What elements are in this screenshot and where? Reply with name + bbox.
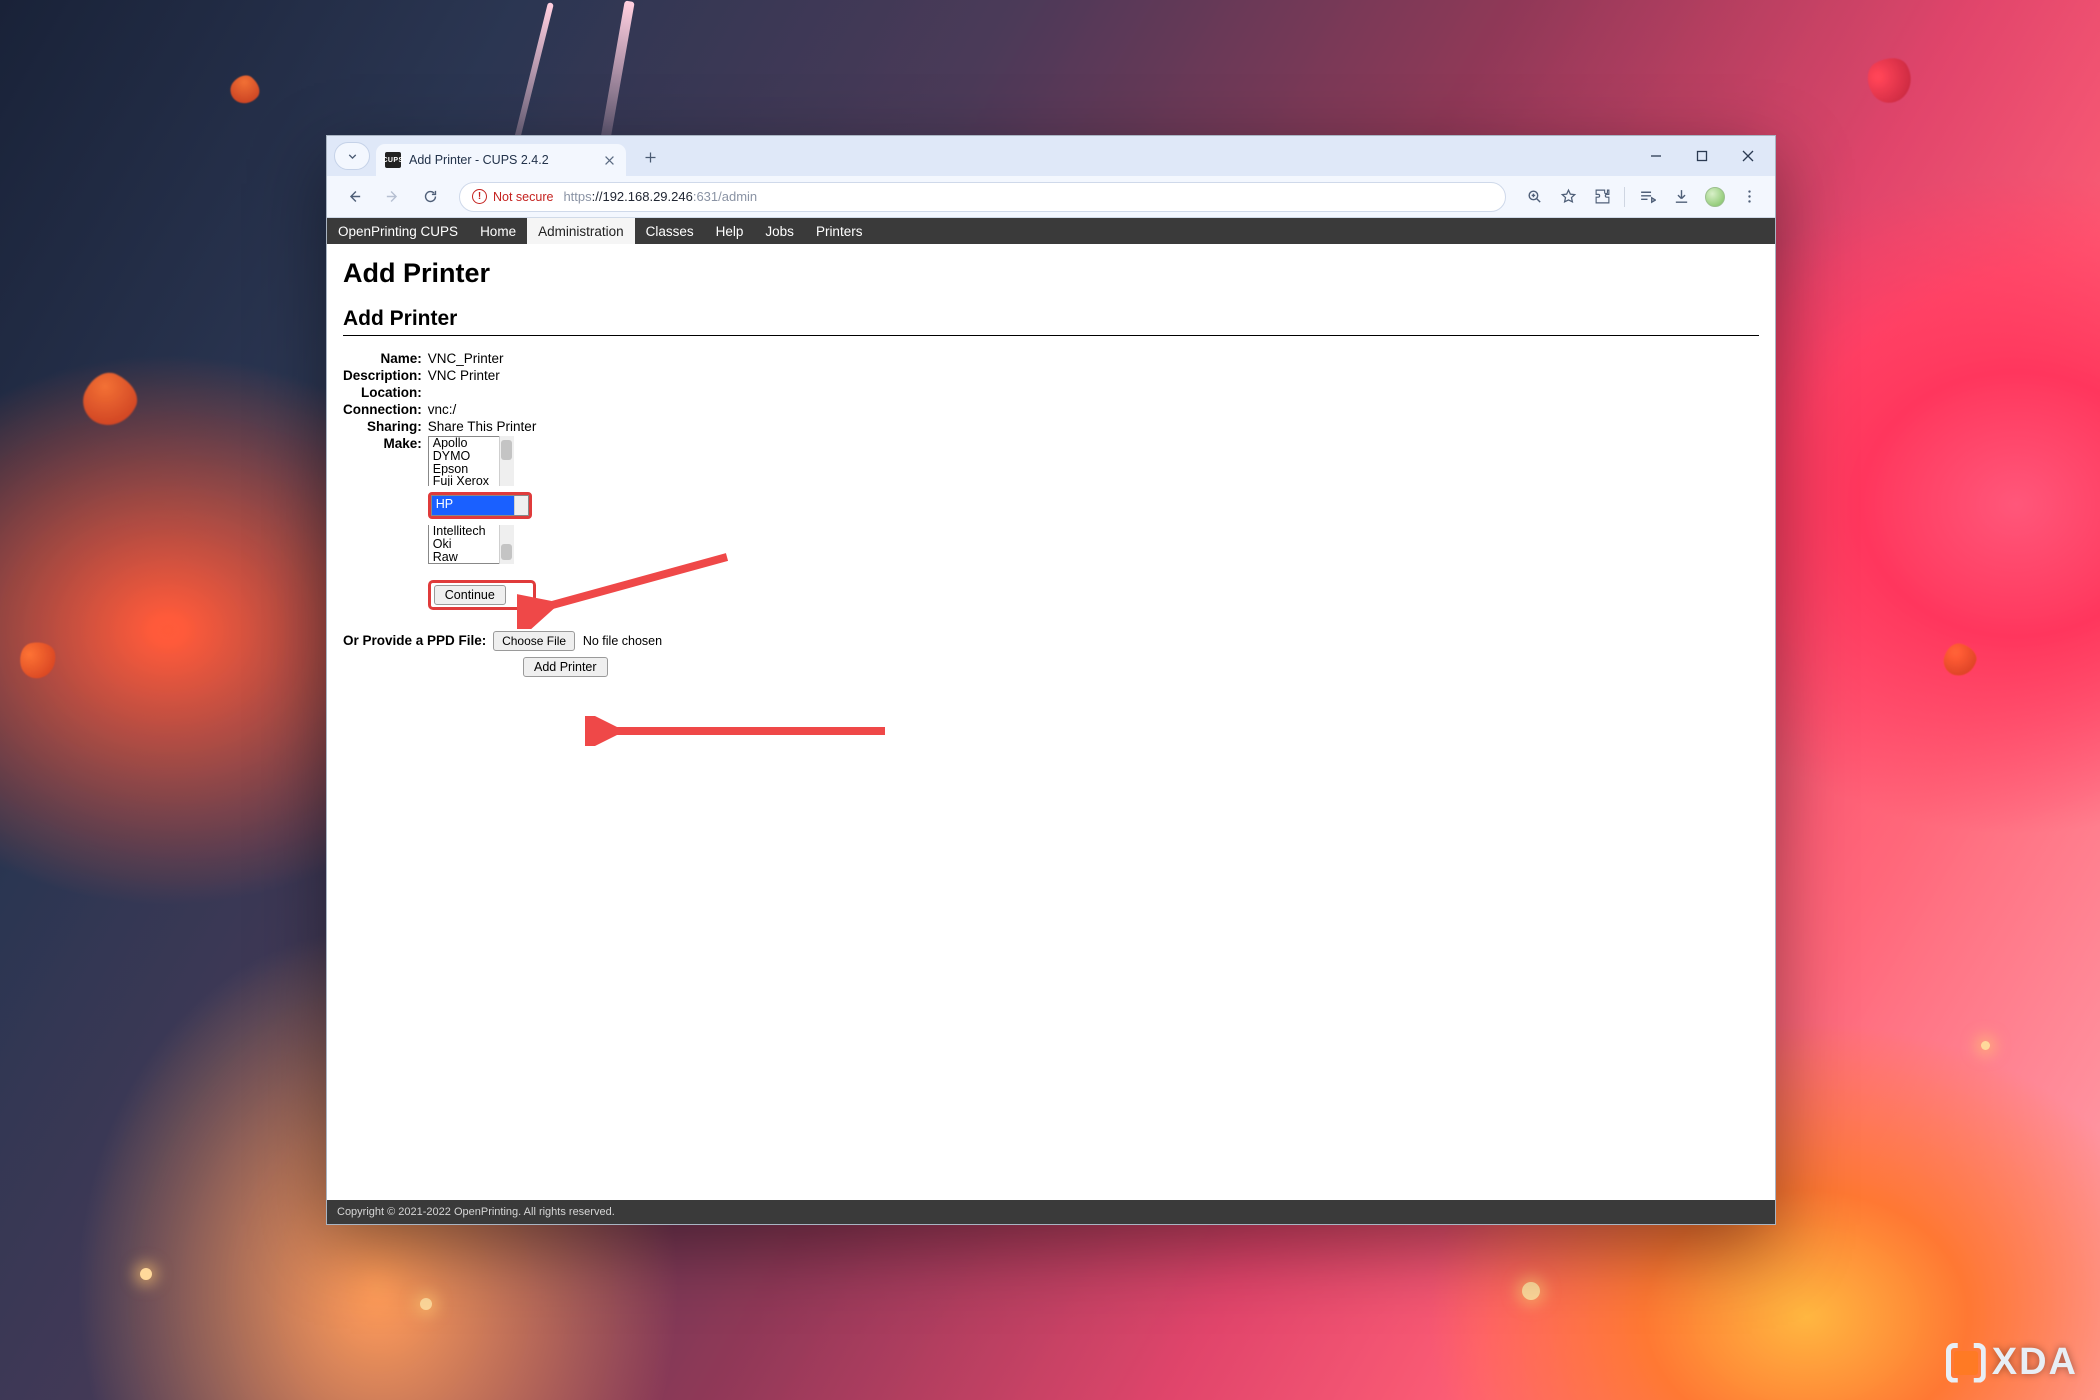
puzzle-icon [1594, 188, 1611, 205]
xda-watermark: XDA [1946, 1341, 2078, 1384]
window-controls [1633, 136, 1775, 176]
maximize-icon [1696, 150, 1708, 162]
window-minimize-button[interactable] [1633, 140, 1679, 172]
browser-menu-button[interactable] [1733, 182, 1765, 212]
tab-title: Add Printer - CUPS 2.4.2 [409, 153, 602, 167]
close-icon [1742, 150, 1754, 162]
nav-link-help[interactable]: Help [705, 218, 755, 244]
magnifier-icon [1526, 188, 1543, 205]
value-description: VNC Printer [426, 367, 537, 384]
make-listbox[interactable]: Apollo DYMO Epson Fuji Xerox [428, 436, 514, 486]
address-bar[interactable]: ! Not secure https://192.168.29.246:631/… [459, 182, 1506, 212]
nav-back-button[interactable] [337, 181, 371, 213]
security-label: Not secure [493, 190, 553, 204]
label-location: Location: [343, 384, 426, 401]
chevron-down-icon [346, 150, 359, 163]
tab-close-button[interactable] [602, 153, 616, 167]
make-selected-frame: HP [428, 492, 532, 519]
nav-reload-button[interactable] [413, 181, 447, 213]
bookmark-button[interactable] [1552, 182, 1584, 212]
browser-tab[interactable]: CUPS Add Printer - CUPS 2.4.2 [376, 144, 626, 176]
label-description: Description: [343, 367, 426, 384]
tab-strip: CUPS Add Printer - CUPS 2.4.2 [327, 136, 1775, 176]
window-close-button[interactable] [1725, 140, 1771, 172]
label-make: Make: [343, 435, 426, 611]
continue-frame: Continue [428, 580, 537, 610]
arrow-right-icon [384, 188, 401, 205]
tab-favicon: CUPS [385, 152, 401, 168]
make-select-group: Apollo DYMO Epson Fuji Xerox HP [428, 436, 537, 610]
value-location [426, 384, 537, 401]
page-title: Add Printer [343, 258, 1759, 289]
playlist-icon [1639, 188, 1656, 205]
security-badge[interactable]: ! Not secure [472, 189, 553, 204]
browser-toolbar: ! Not secure https://192.168.29.246:631/… [327, 176, 1775, 218]
printer-form: Name: VNC_Printer Description: VNC Print… [343, 350, 536, 611]
star-icon [1560, 188, 1577, 205]
choose-file-button[interactable]: Choose File [493, 631, 575, 651]
close-icon [604, 155, 615, 166]
no-file-label: No file chosen [583, 634, 662, 648]
label-sharing: Sharing: [343, 418, 426, 435]
cups-brand: OpenPrinting CUPS [327, 218, 469, 244]
nav-link-printers[interactable]: Printers [805, 218, 874, 244]
nav-link-jobs[interactable]: Jobs [754, 218, 805, 244]
label-name: Name: [343, 350, 426, 367]
browser-window: CUPS Add Printer - CUPS 2.4.2 ! Not secu… [326, 135, 1776, 1225]
cups-content: Add Printer Add Printer Name: VNC_Printe… [327, 244, 1775, 1200]
cups-nav: OpenPrinting CUPS Home Administration Cl… [327, 218, 1775, 244]
make-option-selected[interactable]: HP [432, 496, 514, 515]
url-text: https://192.168.29.246:631/admin [563, 189, 757, 204]
label-connection: Connection: [343, 401, 426, 418]
page-viewport: OpenPrinting CUPS Home Administration Cl… [327, 218, 1775, 1224]
nav-link-classes[interactable]: Classes [635, 218, 705, 244]
xda-text: XDA [1992, 1341, 2078, 1384]
minimize-icon [1650, 150, 1662, 162]
section-title: Add Printer [343, 307, 1759, 336]
value-connection: vnc:/ [426, 401, 537, 418]
extensions-button[interactable] [1586, 182, 1618, 212]
profile-button[interactable] [1699, 182, 1731, 212]
nav-link-administration[interactable]: Administration [527, 218, 635, 244]
zoom-button[interactable] [1518, 182, 1550, 212]
download-icon [1673, 188, 1690, 205]
xda-logo-icon [1946, 1343, 1986, 1383]
window-maximize-button[interactable] [1679, 140, 1725, 172]
tab-search-button[interactable] [334, 142, 370, 170]
not-secure-icon: ! [472, 189, 487, 204]
add-printer-button[interactable]: Add Printer [523, 657, 608, 677]
reload-icon [422, 188, 439, 205]
new-tab-button[interactable] [636, 143, 664, 171]
nav-link-home[interactable]: Home [469, 218, 527, 244]
continue-button[interactable]: Continue [434, 585, 506, 605]
cups-footer: Copyright © 2021-2022 OpenPrinting. All … [327, 1200, 1775, 1224]
arrow-left-icon [346, 188, 363, 205]
kebab-icon [1741, 188, 1758, 205]
label-ppd: Or Provide a PPD File: [343, 633, 486, 648]
avatar-icon [1705, 187, 1725, 207]
make-listbox[interactable]: Intellitech Oki Raw [428, 525, 514, 564]
ppd-row: Or Provide a PPD File: Choose File No fi… [343, 631, 1759, 651]
downloads-button[interactable] [1665, 182, 1697, 212]
media-control-button[interactable] [1631, 182, 1663, 212]
plus-icon [643, 150, 658, 165]
nav-forward-button[interactable] [375, 181, 409, 213]
value-name: VNC_Printer [426, 350, 537, 367]
value-sharing: Share This Printer [426, 418, 537, 435]
